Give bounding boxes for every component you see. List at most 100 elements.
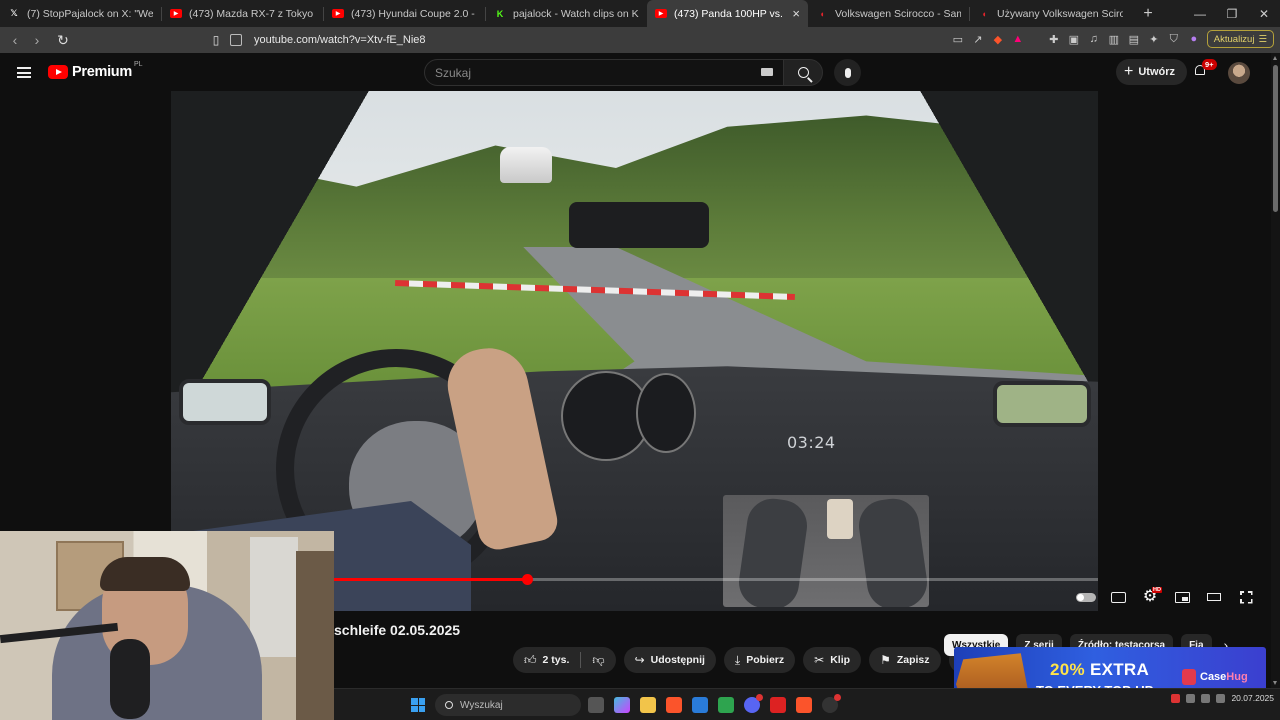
video-overlay-timer: 03:24 [787, 433, 836, 452]
subtitles-button[interactable] [1102, 587, 1134, 607]
address-bar[interactable]: youtube.com/watch?v=Xtv-fE_Nie8 [230, 30, 426, 50]
forward-icon[interactable]: › [26, 29, 48, 51]
extensions-icon[interactable]: ✚ [1047, 32, 1061, 46]
brave-browser-icon[interactable] [666, 697, 682, 713]
video-frame-rear-mirror [569, 202, 709, 248]
scroll-up-icon[interactable] [1273, 56, 1277, 60]
casehug-logo: Case Hug [1182, 669, 1248, 685]
guide-menu-icon[interactable] [17, 67, 31, 78]
restore-icon[interactable]: ❐ [1216, 0, 1248, 27]
new-tab-icon[interactable]: + [1135, 0, 1161, 27]
brave-window-icon[interactable] [796, 697, 812, 713]
site-info-icon[interactable] [230, 34, 242, 46]
theater-mode-button[interactable] [1198, 587, 1230, 607]
window-controls: — ❐ ✕ [1184, 0, 1280, 27]
bookmark-save-icon: ⚑ [880, 653, 891, 667]
bookmarks-icon[interactable]: ▤ [1127, 32, 1141, 46]
save-button[interactable]: ⚑ Zapisz [869, 647, 941, 673]
share-button[interactable]: ↪ Udostępnij [623, 647, 716, 673]
task-view-icon[interactable] [588, 697, 604, 713]
brave-shields-icon[interactable]: ◆ [991, 32, 1005, 46]
microsoft-store-icon[interactable] [692, 697, 708, 713]
taskbar-clock[interactable]: 20.07.2025 [1231, 693, 1274, 704]
webcam-microphone [110, 639, 150, 719]
browser-tab-title: (7) StopPajalock on X: "Weekend Paja [27, 7, 153, 20]
search-input[interactable]: Szukaj [424, 59, 784, 86]
autoplay-toggle[interactable] [1070, 587, 1102, 607]
vpn-icon[interactable]: ⛉ [1167, 32, 1181, 46]
red-app-icon[interactable] [770, 697, 786, 713]
volume-icon[interactable] [1216, 694, 1226, 703]
sidebar-icon[interactable]: ▥ [1107, 32, 1121, 46]
like-button[interactable]: 👍︎ 2 tys. [513, 647, 580, 673]
minimize-icon[interactable]: — [1184, 0, 1216, 27]
discord-icon[interactable] [744, 694, 763, 713]
webcam-fridge [250, 537, 298, 657]
back-icon[interactable]: ‹ [4, 29, 26, 51]
clip-button[interactable]: ✂ Klip [803, 647, 862, 673]
browser-tab[interactable]: Kpajalock - Watch clips on Kick [486, 0, 647, 27]
wallet-icon[interactable]: ● [1187, 32, 1201, 46]
obs-icon[interactable] [822, 694, 841, 713]
video-progress-bar[interactable] [334, 573, 1098, 585]
network-icon[interactable] [1201, 694, 1211, 703]
video-frame-pedal [827, 499, 853, 539]
keyboard-icon[interactable] [761, 68, 773, 76]
otomoto-icon: ◖ [981, 8, 987, 19]
webcam-door [296, 551, 334, 720]
taskbar-search-input[interactable]: Wyszukaj [435, 694, 581, 716]
dislike-button[interactable]: 👎︎ [581, 647, 615, 673]
browser-tab-title: pajalock - Watch clips on Kick [513, 7, 639, 20]
music-icon[interactable]: ♫ [1087, 32, 1101, 46]
casehug-mark-icon [1182, 669, 1196, 685]
voice-search-button[interactable] [834, 59, 861, 86]
update-button[interactable]: Aktualizuj ☰ [1206, 30, 1274, 48]
miniplayer-button[interactable] [1166, 587, 1198, 607]
cast-icon[interactable]: ▭ [951, 32, 965, 46]
fullscreen-button[interactable] [1230, 587, 1262, 607]
avatar[interactable] [1228, 62, 1250, 84]
logo-text: Premium [72, 64, 132, 80]
search-button[interactable] [783, 59, 823, 86]
screenshot-icon[interactable]: ▣ [1067, 32, 1081, 46]
video-frame-tachometer [636, 373, 696, 453]
page-scrollbar[interactable] [1271, 53, 1280, 688]
leo-ai-icon[interactable]: ✦ [1147, 32, 1161, 46]
settings-button[interactable]: ⚙ HD [1134, 587, 1166, 607]
close-tab-icon[interactable]: × [792, 6, 800, 21]
browser-tab[interactable]: ◖ Volkswagen Scirocco - Samochody O [808, 0, 969, 27]
tray-icon[interactable] [1186, 694, 1196, 703]
browser-tab[interactable]: ▶ (473) Panda 100HP vs. Scirocco × [647, 0, 808, 27]
browser-tab[interactable]: ▶ (473) Hyundai Coupe 2.0 - Custom E [324, 0, 485, 27]
browser-tab[interactable]: 𝕏 (7) StopPajalock on X: "Weekend Paja [0, 0, 161, 27]
scrollbar-thumb[interactable] [1273, 65, 1278, 212]
miniplayer-icon [1174, 591, 1190, 603]
browser-tab-title: (473) Hyundai Coupe 2.0 - Custom E [351, 7, 477, 20]
green-app-icon[interactable] [718, 697, 734, 713]
copilot-icon[interactable] [614, 697, 630, 713]
download-button[interactable]: ⤓ Pobierz [723, 647, 796, 673]
brave-rewards-icon[interactable]: ▲ [1011, 32, 1025, 46]
file-explorer-icon[interactable] [640, 697, 656, 713]
notifications-button[interactable]: 9+ [1193, 59, 1217, 78]
video-scrubber-handle[interactable] [521, 573, 533, 585]
windows-start-icon[interactable] [411, 698, 425, 712]
reload-icon[interactable]: ↻ [52, 29, 74, 51]
share-page-icon[interactable]: ↗ [971, 32, 985, 46]
url-text[interactable]: youtube.com/watch?v=Xtv-fE_Nie8 [254, 34, 426, 46]
share-label: Udostępnij [650, 654, 705, 666]
video-pedal-cam [723, 495, 929, 607]
theater-icon [1207, 593, 1221, 601]
hd-badge-icon: HD [1152, 587, 1162, 593]
brand-hug: Hug [1226, 671, 1248, 683]
bookmark-icon[interactable]: ▯ [205, 29, 227, 51]
download-icon: ⤓ [734, 652, 741, 667]
browser-tab[interactable]: ▶ (473) Mazda RX-7 z Tokyo Drift NA S [162, 0, 323, 27]
youtube-premium-logo[interactable]: Premium PL [48, 61, 143, 80]
subtitles-icon [1110, 591, 1126, 603]
browser-tab[interactable]: ◖ Używany Volkswagen Scirocco 2008 [970, 0, 1131, 27]
create-button[interactable]: + Utwórz [1116, 59, 1188, 85]
close-window-icon[interactable]: ✕ [1248, 0, 1280, 27]
tray-red-icon[interactable] [1171, 694, 1181, 703]
scroll-down-icon[interactable] [1273, 681, 1277, 685]
